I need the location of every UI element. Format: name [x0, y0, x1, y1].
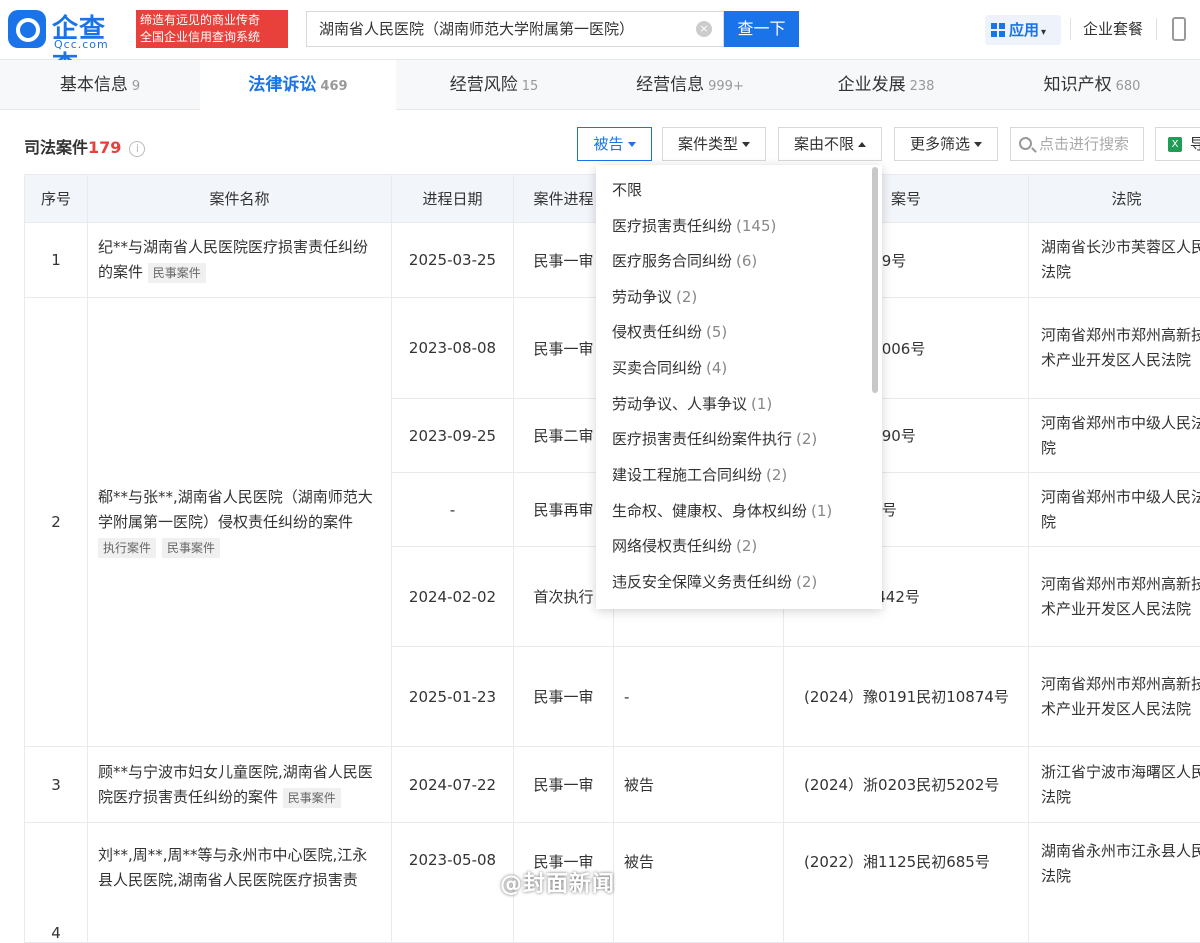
party-role-filter[interactable]: 被告: [577, 127, 652, 161]
cause-dropdown[interactable]: 不限 医疗损害责任纠纷(145) 医疗服务合同纠纷(6) 劳动争议(2) 侵权责…: [596, 165, 882, 609]
court-name: 河南省郑州市中级人民法院: [1029, 473, 1200, 547]
stage-date: 2023-08-08: [392, 298, 514, 399]
export-button[interactable]: X导: [1155, 127, 1200, 161]
dropdown-option[interactable]: 买卖合同纠纷(4): [612, 357, 727, 378]
chevron-up-icon: [858, 142, 866, 147]
apps-label: 应用: [1009, 21, 1039, 39]
row-number: 2: [25, 298, 88, 747]
cause-filter[interactable]: 案由不限: [778, 127, 882, 161]
divider: [1156, 18, 1157, 40]
case-tag: 民事案件: [283, 788, 341, 808]
slogan-banner: 缔造有远见的商业传奇 全国企业信用查询系统: [136, 10, 288, 48]
table-row[interactable]: 3 顾**与宁波市妇女儿童医院,湖南省人民医院医疗损害责任纠纷的案件 民事案件 …: [25, 747, 1200, 823]
qcc-logo[interactable]: 企查查 Qcc.com: [8, 8, 130, 50]
case-search-input[interactable]: 点击进行搜索: [1010, 127, 1144, 161]
logo-domain: Qcc.com: [54, 38, 109, 51]
case-number-link[interactable]: (2022）湘1125民初685号: [784, 823, 1029, 943]
divider: [1070, 18, 1071, 40]
stage-date: 2023-05-08: [392, 823, 514, 943]
case-name[interactable]: 纪**与湖南省人民医院医疗损害责任纠纷的案件: [98, 238, 368, 281]
case-type-filter[interactable]: 案件类型: [662, 127, 766, 161]
dropdown-option[interactable]: 劳动争议(2): [612, 286, 697, 307]
case-name[interactable]: 郗**与张**,湖南省人民医院（湖南师范大学附属第一医院）侵权责任纠纷的案件: [98, 488, 373, 531]
dropdown-option[interactable]: 医疗服务合同纠纷(6): [612, 250, 757, 271]
tab-business-risk[interactable]: 经营风险15: [396, 60, 592, 110]
search-icon: [1019, 137, 1032, 150]
chevron-down-icon: [628, 142, 636, 147]
clear-icon[interactable]: ×: [696, 21, 712, 37]
court-name: 河南省郑州市郑州高新技术产业开发区人民法院: [1029, 547, 1200, 647]
dropdown-option[interactable]: 医疗损害责任纠纷案件执行(2): [612, 428, 817, 449]
case-number-link[interactable]: (2024）豫0191民初10874号: [784, 647, 1029, 747]
source-watermark: @封面新闻: [500, 866, 615, 898]
stage-date: 2025-01-23: [392, 647, 514, 747]
search-button[interactable]: 查一下: [724, 11, 799, 47]
party-role: 被告: [614, 823, 784, 943]
tab-ip[interactable]: 知识产权680: [984, 60, 1200, 110]
court-name: 河南省郑州市郑州高新技术产业开发区人民法院: [1029, 647, 1200, 747]
dropdown-option[interactable]: 侵权责任纠纷(5): [612, 321, 727, 342]
stage-name: 民事一审: [514, 647, 614, 747]
qcc-logo-icon: [8, 10, 46, 48]
case-number-link[interactable]: (2024）浙0203民初5202号: [784, 747, 1029, 823]
court-name: 湖南省长沙市芙蓉区人民法院: [1029, 223, 1200, 298]
dropdown-option[interactable]: 网络侵权责任纠纷(2): [612, 535, 757, 556]
col-header: 案件名称: [88, 175, 392, 223]
row-number: 3: [25, 747, 88, 823]
tab-basic-info[interactable]: 基本信息9: [0, 60, 200, 110]
info-icon[interactable]: i: [129, 141, 145, 157]
case-count: 179: [88, 138, 121, 157]
company-search-input[interactable]: 湖南省人民医院（湖南师范大学附属第一医院）: [306, 11, 724, 47]
party-role: -: [614, 647, 784, 747]
slogan-line1: 缔造有远见的商业传奇: [140, 12, 284, 29]
court-name: 湖南省永州市江永县人民法院: [1029, 823, 1200, 943]
case-tag: 执行案件: [98, 538, 156, 558]
court-name: 浙江省宁波市海曙区人民法院: [1029, 747, 1200, 823]
stage-name: 民事一审: [514, 747, 614, 823]
stage-date: 2024-02-02: [392, 547, 514, 647]
stage-date: -: [392, 473, 514, 547]
dropdown-option[interactable]: 医疗损害责任纠纷(145): [612, 215, 776, 236]
dropdown-option[interactable]: 不限: [612, 179, 642, 200]
more-filters[interactable]: 更多筛选: [894, 127, 998, 161]
apps-grid-icon: [991, 23, 1005, 37]
row-number: 1: [25, 223, 88, 298]
section-title: 司法案件179i: [24, 134, 145, 158]
court-name: 河南省郑州市郑州高新技术产业开发区人民法院: [1029, 298, 1200, 399]
main-tabs: 基本信息9 法律诉讼469 经营风险15 经营信息999+ 企业发展238 知识…: [0, 60, 1200, 110]
dropdown-scrollbar[interactable]: [872, 167, 878, 393]
case-tag: 民事案件: [162, 538, 220, 558]
package-link[interactable]: 企业套餐: [1083, 18, 1143, 39]
slogan-line2: 全国企业信用查询系统: [140, 29, 284, 46]
excel-icon: X: [1168, 137, 1182, 152]
case-tag: 民事案件: [148, 263, 206, 283]
top-bar: 企查查 Qcc.com 缔造有远见的商业传奇 全国企业信用查询系统 湖南省人民医…: [0, 0, 1200, 60]
col-header: 进程日期: [392, 175, 514, 223]
mobile-phone-icon[interactable]: [1172, 17, 1186, 41]
case-name[interactable]: 刘**,周**,周**等与永州市中心医院,江永县人民医院,湖南省人民医院医疗损害…: [98, 846, 367, 889]
chevron-down-icon: ▾: [1041, 27, 1046, 38]
tab-development[interactable]: 企业发展238: [788, 60, 984, 110]
dropdown-option[interactable]: 生命权、健康权、身体权纠纷(1): [612, 500, 832, 521]
court-name: 河南省郑州市中级人民法院: [1029, 399, 1200, 473]
chevron-down-icon: [742, 142, 750, 147]
chevron-down-icon: [974, 142, 982, 147]
stage-date: 2024-07-22: [392, 747, 514, 823]
dropdown-option[interactable]: 建设工程施工合同纠纷(2): [612, 464, 787, 485]
tab-litigation[interactable]: 法律诉讼469: [200, 60, 396, 110]
col-header: 序号: [25, 175, 88, 223]
dropdown-option[interactable]: 劳动争议、人事争议(1): [612, 393, 772, 414]
apps-menu-button[interactable]: 应用▾: [985, 15, 1061, 45]
row-number: 4: [25, 823, 88, 943]
stage-date: 2025-03-25: [392, 223, 514, 298]
tab-business-info[interactable]: 经营信息999+: [592, 60, 788, 110]
stage-date: 2023-09-25: [392, 399, 514, 473]
dropdown-option[interactable]: 违反安全保障义务责任纠纷(2): [612, 571, 817, 592]
col-header: 法院: [1029, 175, 1200, 223]
party-role: 被告: [614, 747, 784, 823]
